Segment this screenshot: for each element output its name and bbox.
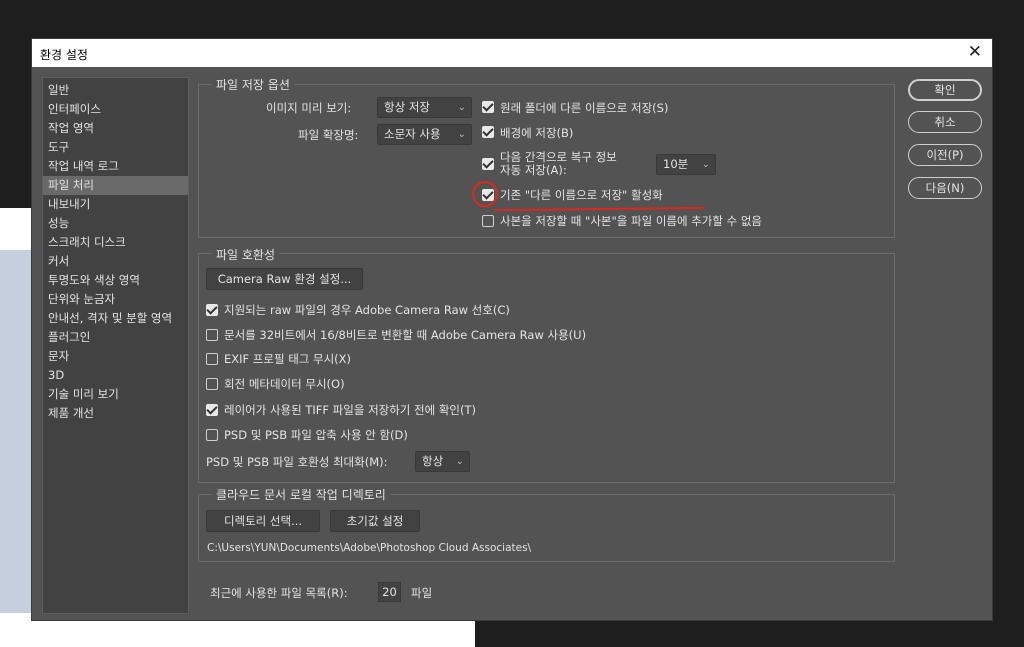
sidebar-item[interactable]: 파일 처리 [43, 176, 188, 195]
chevron-down-icon: ⌄ [457, 102, 466, 113]
compat-opt3-label: EXIF 프로필 태그 무시(X) [224, 352, 352, 366]
dialog-titlebar: 환경 설정 ✕ [32, 39, 992, 67]
sidebar-item[interactable]: 커서 [43, 252, 188, 271]
save-as-original-checkbox[interactable] [482, 101, 494, 113]
image-preview-label: 이미지 미리 보기: [266, 101, 352, 115]
ok-button[interactable]: 확인 [908, 79, 982, 101]
image-preview-value: 항상 저장 [384, 100, 430, 114]
legacy-save-as-label: 기존 "다른 이름으로 저장" 활성화 [500, 188, 663, 202]
recent-files-count-input[interactable]: 20 [378, 582, 401, 602]
compat-opt1-checkbox[interactable] [206, 304, 218, 316]
maximize-compat-label: PSD 및 PSB 파일 호환성 최대화(M): [206, 455, 388, 469]
file-compat-legend: 파일 호환성 [212, 246, 280, 263]
compat-opt2-checkbox[interactable] [206, 329, 218, 341]
sidebar-item[interactable]: 일반 [43, 81, 188, 100]
chevron-down-icon: ⌄ [457, 129, 466, 140]
recent-files-unit: 파일 [411, 586, 433, 600]
compat-opt1-label: 지원되는 raw 파일의 경우 Adobe Camera Raw 선호(C) [224, 303, 510, 317]
recent-files-label: 최근에 사용한 파일 목록(R): [210, 586, 348, 600]
chevron-down-icon: ⌄ [455, 456, 464, 467]
maximize-compat-value: 항상 [422, 454, 444, 468]
sidebar-item[interactable]: 플러그인 [43, 328, 188, 347]
compat-opt5-checkbox[interactable] [206, 404, 218, 416]
compat-opt6-label: PSD 및 PSB 파일 압축 사용 안 함(D) [224, 428, 408, 442]
compat-opt5-label: 레이어가 사용된 TIFF 파일을 저장하기 전에 확인(T) [224, 403, 477, 417]
file-extension-select[interactable]: 소문자 사용 ⌄ [377, 124, 472, 145]
save-background-checkbox[interactable] [482, 126, 494, 138]
sidebar-item[interactable]: 문자 [43, 347, 188, 366]
close-icon[interactable]: ✕ [968, 42, 982, 62]
sidebar-item[interactable]: 작업 내역 로그 [43, 157, 188, 176]
sidebar-item[interactable]: 투명도와 색상 영역 [43, 271, 188, 290]
no-copy-suffix-checkbox[interactable] [482, 215, 494, 227]
dialog-title: 환경 설정 [40, 48, 88, 62]
cancel-button[interactable]: 취소 [908, 111, 982, 133]
auto-save-checkbox[interactable] [482, 158, 494, 170]
annotation-circle [472, 181, 498, 207]
camera-raw-settings-button[interactable]: Camera Raw 환경 설정... [206, 268, 363, 290]
choose-directory-button[interactable]: 디렉토리 선택... [206, 510, 320, 532]
auto-save-interval-value: 10분 [663, 157, 689, 171]
sidebar-item[interactable]: 단위와 눈금자 [43, 290, 188, 309]
sidebar-item[interactable]: 기술 미리 보기 [43, 385, 188, 404]
previous-button[interactable]: 이전(P) [908, 144, 982, 166]
file-save-options-legend: 파일 저장 옵션 [212, 76, 294, 93]
maximize-compat-select[interactable]: 항상 ⌄ [415, 451, 470, 472]
cloud-dir-legend: 클라우드 문서 로컬 작업 디렉토리 [212, 486, 390, 503]
save-background-label: 배경에 저장(B) [500, 126, 574, 140]
sidebar-item[interactable]: 내보내기 [43, 195, 188, 214]
file-extension-value: 소문자 사용 [384, 127, 441, 141]
chevron-down-icon: ⌄ [701, 159, 710, 170]
sidebar-item[interactable]: 인터페이스 [43, 100, 188, 119]
compat-opt4-label: 회전 메타데이터 무시(O) [224, 377, 345, 391]
file-extension-label: 파일 확장명: [298, 128, 359, 142]
save-as-original-label: 원래 폴더에 다른 이름으로 저장(S) [500, 101, 669, 115]
no-copy-suffix-label: 사본을 저장할 때 "사본"을 파일 이름에 추가할 수 없음 [500, 214, 763, 228]
sidebar-item[interactable]: 작업 영역 [43, 119, 188, 138]
compat-opt6-checkbox[interactable] [206, 429, 218, 441]
sidebar-item[interactable]: 3D [43, 366, 188, 385]
sidebar-item[interactable]: 안내선, 격자 및 분할 영역 [43, 309, 188, 328]
compat-opt2-label: 문서를 32비트에서 16/8비트로 변환할 때 Adobe Camera Ra… [224, 328, 587, 342]
auto-save-interval-select[interactable]: 10분 ⌄ [656, 154, 716, 175]
compat-opt3-checkbox[interactable] [206, 353, 218, 365]
sidebar-item[interactable]: 제품 개선 [43, 404, 188, 423]
preferences-dialog: 환경 설정 ✕ 일반 인터페이스 작업 영역 도구 작업 내역 로그 파일 처리 내보내기 성… [31, 38, 993, 621]
auto-save-label-line2: 자동 저장(A): [500, 163, 567, 177]
preferences-sidebar: 일반 인터페이스 작업 영역 도구 작업 내역 로그 파일 처리 내보내기 성능 스크래치 디스… [42, 77, 189, 614]
reset-default-button[interactable]: 초기값 설정 [330, 510, 420, 532]
cloud-dir-path: C:\Users\YUN\Documents\Adobe\Photoshop C… [207, 542, 532, 554]
sidebar-item[interactable]: 도구 [43, 138, 188, 157]
sidebar-item[interactable]: 성능 [43, 214, 188, 233]
compat-opt4-checkbox[interactable] [206, 378, 218, 390]
next-button[interactable]: 다음(N) [908, 177, 982, 199]
image-preview-select[interactable]: 항상 저장 ⌄ [377, 97, 472, 118]
sidebar-item[interactable]: 스크래치 디스크 [43, 233, 188, 252]
